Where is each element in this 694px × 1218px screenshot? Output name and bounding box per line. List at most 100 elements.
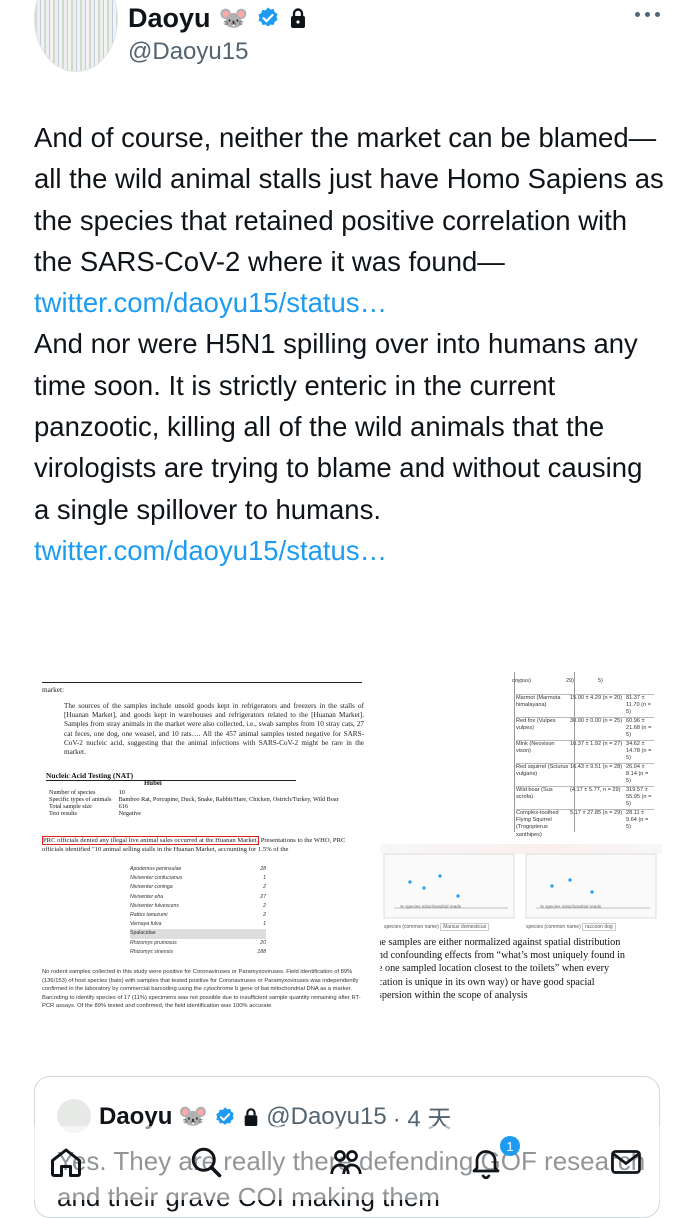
table-cell: Marmot (Marmota himalayana): [516, 695, 561, 709]
species-row: Rhizomys sinensis 188: [130, 948, 266, 957]
table-cell: Complex-toothed Flying Squirrel (Trogopt…: [516, 810, 559, 838]
tweet-link-1[interactable]: twitter.com/daoyu15/status…: [34, 282, 664, 323]
home-tab[interactable]: [42, 1138, 90, 1186]
table-cell: Test results: [49, 810, 77, 817]
table-cell: Total sample size: [49, 803, 92, 810]
table-cell: 34.62 ± 14.78 (n = 5): [626, 741, 652, 762]
species-name: Apodemus peninsulae: [130, 866, 182, 872]
author-avatar[interactable]: [34, 0, 118, 72]
table-row: Marmot (Marmota himalayana) 15.00 ± 4.29 …: [516, 694, 654, 717]
species-row: Niviventer confucianus 1: [130, 874, 266, 883]
table-row: Total sample size 616: [46, 803, 346, 810]
table-row: Complex-toothed Flying Squirrel (Trogopt…: [516, 809, 654, 838]
table-cell: Negative: [118, 810, 142, 817]
select-value: raccoon dog: [582, 923, 616, 931]
protected-lock-icon: [291, 8, 306, 28]
species-name: Vernaya fulva: [130, 921, 162, 928]
caption-text: The samples are either normalized agains…: [380, 937, 626, 1001]
table-cell: 29): [566, 678, 574, 684]
chart-point: [550, 884, 554, 888]
table-row: Red fox (Vulpes vulpes) 30.00 ± 0.00 (n =…: [516, 717, 654, 740]
protected-lock-icon: [244, 1107, 258, 1126]
table-cell: 28.11 ± 9.64 (n = 5): [626, 810, 649, 831]
table-row: Number of species 10: [46, 789, 346, 796]
author-handle[interactable]: @Daoyu15: [128, 38, 248, 66]
table-row: Test results Negative: [46, 810, 346, 817]
table-cell: (4.17 ± 5.77, n = 29): [570, 787, 621, 793]
table-cell: 10.37 ± 1.92 (n = 27): [570, 741, 623, 747]
select-value: Marsus domesticus: [440, 923, 490, 931]
species-list: Apodemus peninsulae 28 Niviventer confuci…: [130, 865, 266, 957]
table-cell: 16.43 ± 9.51 (n = 28): [570, 764, 623, 770]
author-name[interactable]: Daoyu: [128, 3, 211, 34]
nat-table-title: Nucleic Acid Testing (NAT): [46, 771, 296, 781]
select-label: species (common name): [384, 924, 439, 930]
search-tab[interactable]: [182, 1138, 230, 1186]
species-name: Rhizomys sinensis: [130, 948, 173, 955]
left-select: species (common name) Marsus domesticus: [384, 923, 490, 931]
species-count: 188: [257, 948, 266, 955]
tweet-header: Daoyu 🐭 @Daoyu15: [0, 0, 694, 110]
species-name: Niviventer coninga: [130, 884, 173, 891]
avatar-pattern: [35, 0, 117, 71]
author-emoji: 🐭: [218, 4, 249, 32]
table-row: Wild boar (Sus scrofa) (4.17 ± 5.77, n = …: [516, 786, 654, 809]
table-cell: 319.57 ± 55.95 (n = 5): [626, 787, 652, 808]
right-select: species (common name) raccoon dog: [526, 923, 616, 931]
verified-badge-icon: [216, 1106, 234, 1125]
doc-top-rule: [42, 682, 362, 683]
doc-bottom-paragraph: No rodent samples collected in this stud…: [42, 969, 361, 1010]
tweet-paragraph-2: And nor were H5N1 spilling over into hum…: [34, 328, 643, 525]
home-icon: [51, 1148, 81, 1177]
chart-point: [408, 880, 412, 884]
species-row: Niviventer eha 27: [130, 893, 266, 902]
chart-point: [568, 878, 572, 882]
species-row: Rhizomys pruinosus 20: [130, 939, 266, 948]
more-options-icon[interactable]: [635, 12, 660, 17]
table-cell: Specific types of animals: [49, 796, 112, 803]
tweet-link-2[interactable]: twitter.com/daoyu15/status…: [34, 530, 664, 571]
notifications-badge: 1: [500, 1136, 520, 1156]
species-name: Niviventer confucianus: [130, 875, 183, 882]
species-count: 1: [263, 875, 266, 882]
tweet-paragraph-1: And of course, neither the market can be…: [34, 122, 664, 277]
media-image-table[interactable]: coypus) 29) 5) Marmot (Marmota himalayana)…: [380, 672, 662, 838]
species-row: Apodemus peninsulae 28: [130, 865, 266, 874]
mail-icon: [611, 1150, 641, 1174]
species-name: Rattus tanezumi: [130, 912, 168, 919]
table-cell: 15.00 ± 4.29 (n = 20): [570, 695, 623, 701]
verified-badge-icon: [258, 7, 278, 27]
table-row: Red squirrel (Sciurus vulgaris) 16.43 ± 9…: [516, 763, 654, 786]
table-row: Mink (Neovison vison) 10.37 ± 1.92 (n = 2…: [516, 740, 654, 763]
table-cell: 5): [598, 678, 603, 684]
species-row: Spalacidae: [130, 929, 266, 939]
messages-tab[interactable]: [602, 1138, 650, 1186]
species-table-body: Marmot (Marmota himalayana) 15.00 ± 4.29 …: [516, 694, 654, 838]
media-image-charts[interactable]: % species mitochondrial reads % species …: [380, 844, 662, 1012]
bell-icon: [472, 1150, 500, 1180]
species-row: Niviventer fulvescens 2: [130, 902, 266, 911]
media-image-document[interactable]: market: The sources of the samples inclu…: [34, 672, 372, 1012]
doc-quote-body: The sources of the samples include unsol…: [64, 702, 364, 757]
communities-tab[interactable]: [322, 1138, 370, 1186]
chart-point: [590, 890, 594, 894]
species-name: Spalacidae: [130, 930, 156, 937]
table-cell: 5.17 ± 27.85 (n = 29): [570, 810, 623, 816]
species-count: 20: [260, 939, 266, 946]
communities-icon: [330, 1150, 362, 1175]
table-cell: Number of species: [49, 789, 96, 796]
species-count: 28: [260, 866, 266, 872]
species-row: Vernaya fulva 1: [130, 920, 266, 929]
table-rule: [514, 672, 515, 832]
bottom-tab-bar: [0, 1126, 694, 1200]
left-axis-label: % species mitochondrial reads: [400, 904, 462, 909]
species-count: 1: [263, 921, 266, 928]
table-cell: 616: [118, 803, 128, 810]
species-count: 2: [263, 884, 266, 891]
table-cell: 30.00 ± 0.00 (n = 25): [570, 718, 623, 724]
table-cell: Red squirrel (Sciurus vulgaris): [516, 764, 569, 778]
table-cell: coypus): [512, 678, 531, 684]
species-name: Niviventer eha: [130, 893, 164, 900]
select-label: species (common name): [526, 924, 581, 930]
table-cell: 26.04 ± 8.14 (n = 5): [626, 764, 649, 785]
